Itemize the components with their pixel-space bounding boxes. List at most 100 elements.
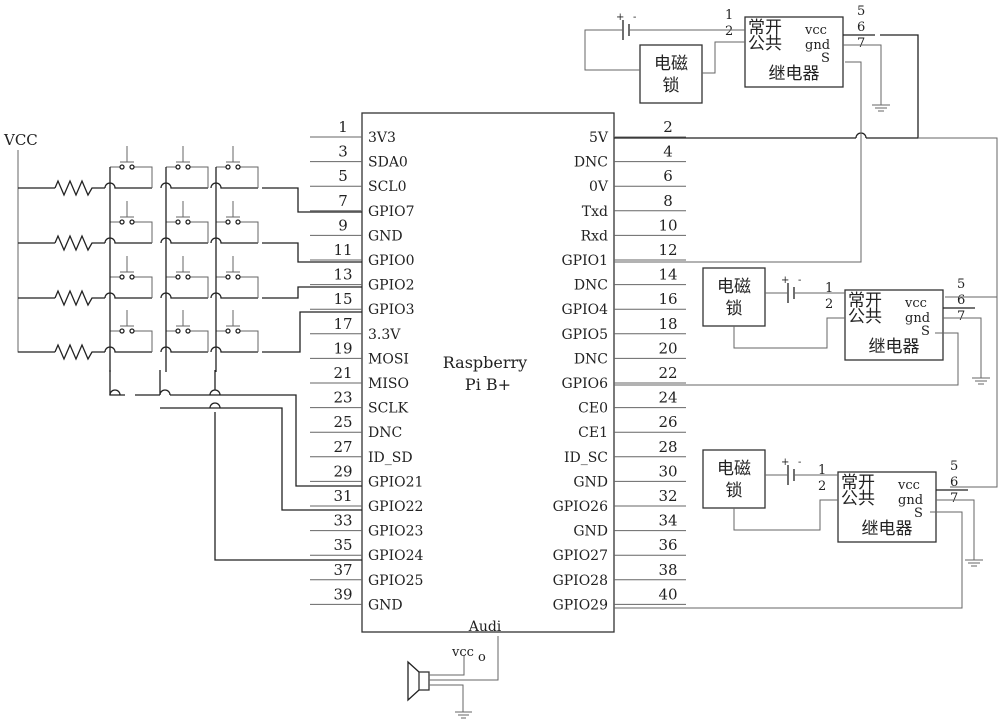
pin-label: GPIO4: [561, 302, 608, 318]
board-name-line2: Pi B+: [465, 375, 511, 394]
pin-number: 1: [338, 118, 348, 136]
pin-label: DNC: [574, 155, 608, 171]
lock-relay-unit: 电磁锁常开公共vccgndS继电器12567+-: [702, 449, 983, 567]
keypad-button: [110, 146, 153, 188]
pin-number: 31: [333, 487, 352, 505]
ground-symbol: [972, 377, 990, 385]
pin-label: GPIO5: [561, 327, 608, 343]
relay-pin-number: 7: [950, 491, 958, 506]
resistor: [54, 343, 105, 361]
pin-label: SCL0: [368, 179, 407, 195]
keypad-button: [166, 146, 209, 188]
battery-minus: -: [633, 12, 636, 23]
relay-pin-number: 1: [818, 463, 826, 478]
pin-number: 23: [333, 389, 352, 407]
pin-label: GPIO24: [368, 548, 424, 564]
pin-number: 14: [658, 266, 677, 284]
relay-pin-number: 2: [818, 479, 826, 494]
relay-name: 继电器: [869, 337, 920, 357]
keypad-matrix: [17, 146, 259, 372]
pin-label: GPIO27: [553, 548, 608, 564]
pin-number: 37: [333, 561, 352, 579]
relay-pin-number: 1: [825, 281, 833, 296]
lock-label: 锁: [726, 299, 743, 319]
battery-plus: +: [616, 12, 624, 23]
battery-plus: +: [781, 275, 789, 286]
keypad-button: [216, 256, 259, 298]
pin-number: 36: [658, 536, 677, 554]
speaker-vcc-sub: o: [478, 650, 486, 665]
pin-label: 0V: [589, 179, 609, 195]
audio-label: Audi: [468, 619, 502, 635]
pin-label: CE0: [578, 401, 608, 417]
relay-pin-number: 2: [725, 24, 733, 39]
pin-label: Txd: [582, 204, 608, 220]
pin-label: MOSI: [368, 351, 409, 367]
row-crossover: [210, 237, 258, 244]
ground-symbol: [965, 559, 983, 567]
relay-vcc-label: vcc: [804, 23, 827, 38]
pin-number: 20: [658, 339, 677, 357]
pin-label: CE1: [578, 425, 608, 441]
relay-vcc-label: vcc: [897, 478, 920, 493]
pin-number: 34: [658, 512, 677, 530]
resistor: [54, 179, 105, 197]
pin-number: 12: [658, 241, 677, 259]
row-crossover: [160, 292, 208, 299]
relay-pin-number: 7: [857, 36, 865, 51]
pin-number: 35: [333, 536, 352, 554]
pin-number: 19: [333, 339, 352, 357]
pin-number: 15: [333, 290, 352, 308]
battery-minus: -: [798, 275, 801, 286]
ground-symbol: [872, 104, 890, 112]
lock-label: 锁: [726, 481, 743, 501]
keypad-button: [166, 256, 209, 298]
pin-label: GPIO1: [561, 253, 608, 269]
pin-number: 32: [658, 487, 677, 505]
pin-label: GPIO3: [368, 302, 415, 318]
speaker: vcc o: [407, 636, 499, 719]
battery-minus: -: [798, 457, 801, 468]
relay-s-label: S: [914, 506, 923, 521]
pin-label: SCLK: [368, 401, 409, 417]
pin-number: 2: [663, 118, 673, 136]
pin-number: 28: [658, 438, 677, 456]
relay-name: 继电器: [862, 519, 913, 539]
pin-label: MISO: [368, 376, 409, 392]
keypad-button: [110, 256, 153, 298]
pin-label: 5V: [589, 130, 609, 146]
pin-number: 9: [338, 216, 348, 234]
relay-com-label: 公共: [748, 34, 782, 54]
pin-number: 22: [658, 364, 677, 382]
vcc-label: VCC: [3, 131, 38, 149]
resistor: [54, 289, 105, 307]
pin-number: 17: [333, 315, 352, 333]
relay-pin-number: 5: [957, 277, 965, 292]
pin-label: 3V3: [368, 130, 396, 146]
lock-label: 锁: [663, 76, 680, 96]
pin-label: ID_SD: [368, 450, 413, 466]
pin-number: 40: [658, 585, 677, 603]
relay-vcc-label: vcc: [904, 296, 927, 311]
pin-label: ID_SC: [564, 450, 608, 466]
pin-label: GPIO21: [368, 474, 423, 490]
lock-relay-unit: 电磁锁常开公共vccgndS继电器12567+-: [584, 4, 890, 112]
pin-label: GPIO23: [368, 524, 423, 540]
resistor: [54, 234, 105, 252]
schematic: Raspberry Pi B+ Audi 1 3V3 3 SDA0 5 SCL0 7 GPIO…: [3, 4, 998, 719]
pin-label: 3.3V: [368, 327, 401, 343]
relay-pin-number: 6: [957, 293, 965, 308]
relay-s-label: S: [821, 51, 830, 66]
pin-label: GPIO22: [368, 499, 423, 515]
row-crossover: [210, 182, 258, 189]
pin-number: 6: [663, 167, 673, 185]
row-crossover: [104, 292, 152, 299]
relay-pin-number: 5: [857, 4, 865, 19]
pin-number: 11: [333, 241, 352, 259]
pin-number: 24: [658, 389, 677, 407]
keypad-button: [110, 310, 153, 352]
pin-label: GPIO29: [553, 597, 608, 613]
pin-label: GPIO2: [368, 278, 415, 294]
pin-number: 25: [333, 413, 352, 431]
vcc-rail: [17, 150, 55, 353]
